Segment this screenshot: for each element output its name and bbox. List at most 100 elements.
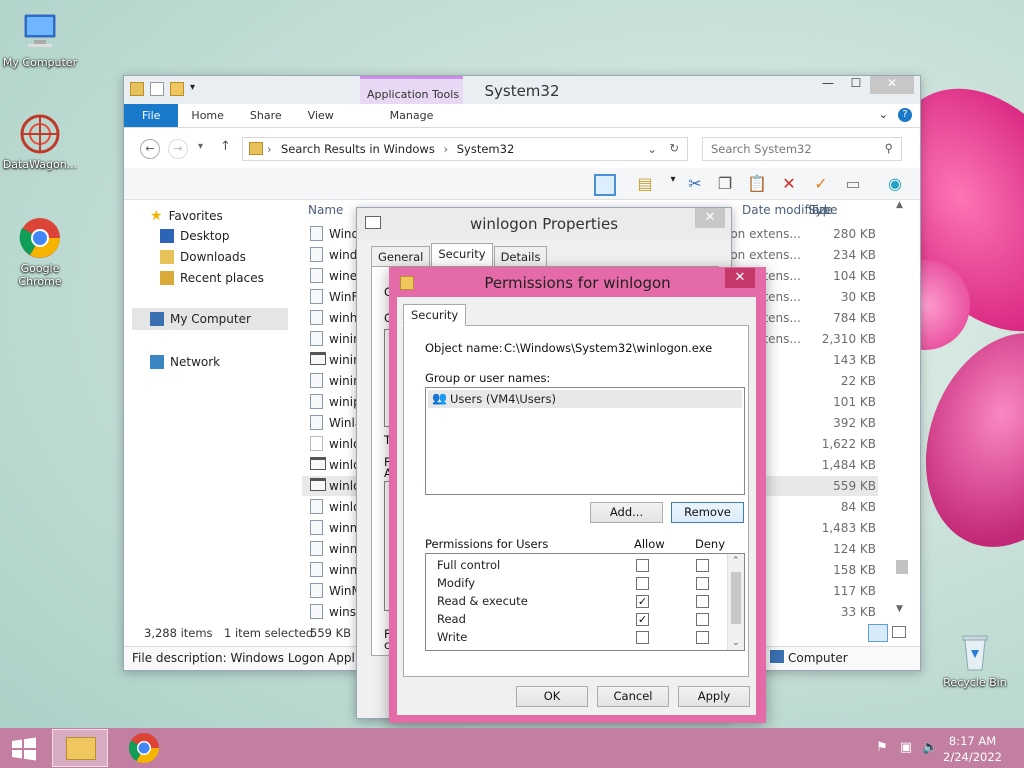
back-button[interactable]: ← <box>140 139 160 159</box>
add-button[interactable]: Add... <box>590 502 663 523</box>
volume-muted-icon[interactable]: 🔈 <box>922 740 938 756</box>
expand-ribbon-icon[interactable]: ⌄ <box>879 108 888 122</box>
up-arrow-icon[interactable]: ↑ <box>220 139 231 154</box>
recent-locations-icon[interactable]: ▾ <box>198 141 203 152</box>
desktop-icon-recycle-bin[interactable]: Recycle Bin <box>935 630 1015 689</box>
ok-button[interactable]: OK <box>516 686 588 707</box>
selected-size: 559 KB <box>310 626 352 640</box>
clock-time: 8:17 AM <box>948 734 997 748</box>
file-icon <box>310 394 323 409</box>
column-header-name[interactable]: Name <box>308 203 343 217</box>
copy-icon[interactable]: ❐ <box>714 174 736 196</box>
desktop-icon-google-chrome[interactable]: Google Chrome <box>0 216 80 288</box>
close-button[interactable]: ✕ <box>725 268 755 288</box>
help-icon[interactable]: ? <box>898 108 912 122</box>
window-controls: — ☐ ✕ <box>814 76 914 94</box>
close-button[interactable]: ✕ <box>695 208 725 228</box>
deny-checkbox[interactable] <box>696 631 709 644</box>
allow-checkbox[interactable]: ✓ <box>636 613 649 626</box>
scroll-up-icon[interactable]: ▲ <box>896 200 903 210</box>
file-icon <box>310 436 323 451</box>
list-item[interactable]: 👥 Users (VM4\Users) <box>428 390 742 408</box>
file-explorer-icon <box>66 737 96 760</box>
preview-pane-icon[interactable] <box>594 174 616 196</box>
deny-checkbox[interactable] <box>696 613 709 626</box>
address-bar[interactable]: › Search Results in Windows › System32 ⌄… <box>242 137 688 161</box>
tab-manage[interactable]: Manage <box>360 104 463 127</box>
nav-downloads-label: Downloads <box>180 250 246 264</box>
checkmark-icon[interactable]: ✓ <box>810 174 832 196</box>
table-row[interactable]: wind <box>329 248 357 262</box>
nav-recent-places-label: Recent places <box>180 271 264 285</box>
globe-icon[interactable]: ◉ <box>884 174 906 196</box>
minimize-button[interactable]: — <box>814 76 842 94</box>
desktop-icon-label: Recycle Bin <box>943 676 1007 689</box>
paste-icon[interactable]: 📋 <box>746 174 768 196</box>
allow-checkbox[interactable] <box>636 577 649 590</box>
desktop-icon-datawagon[interactable]: DataWagon... <box>0 112 80 171</box>
action-center-flag-icon[interactable]: ⚑ <box>874 740 890 756</box>
file-icon <box>310 247 323 262</box>
scroll-up-icon[interactable]: ⌃ <box>732 556 740 566</box>
deny-checkbox[interactable] <box>696 577 709 590</box>
tab-home[interactable]: Home <box>178 104 236 127</box>
allow-checkbox[interactable]: ✓ <box>636 595 649 608</box>
nav-favorites[interactable]: ★ Favorites <box>150 208 223 224</box>
search-input[interactable]: Search System32 ⚲ <box>702 137 902 161</box>
tab-file[interactable]: File <box>124 104 179 127</box>
refresh-icon[interactable]: ↻ <box>669 141 679 155</box>
details-view-icon[interactable] <box>868 624 888 642</box>
folder-options-icon[interactable]: ▤ <box>634 174 656 196</box>
tab-share[interactable]: Share <box>237 104 295 127</box>
breadcrumb-search-results[interactable]: Search Results in Windows <box>281 142 435 156</box>
deny-checkbox[interactable] <box>696 595 709 608</box>
ribbon-right-controls: ⌄ ? <box>879 108 912 122</box>
nav-recent-places[interactable]: Recent places <box>160 271 264 285</box>
nav-network[interactable]: Network <box>150 355 220 369</box>
start-button[interactable] <box>8 729 40 767</box>
scroll-down-icon[interactable]: ⌄ <box>732 638 740 648</box>
nav-downloads[interactable]: Downloads <box>160 250 246 264</box>
rename-icon[interactable]: ▭ <box>842 174 864 196</box>
maximize-button[interactable]: ☐ <box>842 76 870 94</box>
vertical-scrollbar[interactable]: ▲ ▼ <box>894 200 910 620</box>
scrollbar-thumb[interactable] <box>731 572 741 624</box>
desktop-icon-label: My Computer <box>2 56 78 69</box>
permissions-scrollbar[interactable]: ⌃ ⌄ <box>727 554 744 650</box>
delete-icon[interactable]: ✕ <box>778 174 800 196</box>
breadcrumb-system32[interactable]: System32 <box>457 142 515 156</box>
group-names-list[interactable]: 👥 Users (VM4\Users) <box>425 387 745 495</box>
apply-button[interactable]: Apply <box>678 686 750 707</box>
tab-security[interactable]: Security <box>431 243 493 267</box>
chevron-down-icon[interactable]: ▾ <box>662 174 684 196</box>
taskbar-explorer-button[interactable] <box>52 729 108 767</box>
tab-security[interactable]: Security <box>403 304 467 326</box>
nav-my-computer[interactable]: My Computer <box>132 308 288 330</box>
scrollbar-thumb[interactable] <box>896 560 908 574</box>
deny-checkbox[interactable] <box>696 559 709 572</box>
datawagon-icon <box>18 112 62 156</box>
large-icons-view-icon[interactable] <box>892 626 906 638</box>
cancel-button[interactable]: Cancel <box>597 686 669 707</box>
taskbar-chrome-button[interactable] <box>120 729 168 767</box>
taskbar-clock[interactable]: 8:17 AM 2/24/2022 <box>943 733 1002 765</box>
cut-icon[interactable]: ✂ <box>684 174 706 196</box>
nav-desktop[interactable]: Desktop <box>160 229 230 243</box>
file-icon <box>310 226 323 241</box>
close-button[interactable]: ✕ <box>870 76 914 94</box>
desktop-icon-my-computer[interactable]: My Computer <box>0 10 80 69</box>
allow-checkbox[interactable] <box>636 559 649 572</box>
allow-checkbox[interactable] <box>636 631 649 644</box>
forward-button[interactable]: → <box>168 139 188 159</box>
table-row[interactable]: Wind <box>329 227 359 241</box>
chevron-down-icon[interactable]: ⌄ <box>647 142 657 156</box>
tab-general[interactable]: General <box>371 246 431 267</box>
file-size: 33 KB <box>840 605 876 619</box>
scroll-down-icon[interactable]: ▼ <box>896 604 903 614</box>
table-row[interactable]: WinF <box>329 290 358 304</box>
file-icon <box>310 268 323 283</box>
remove-button[interactable]: Remove <box>671 502 744 523</box>
tab-details[interactable]: Details <box>493 246 548 267</box>
tab-view[interactable]: View <box>295 104 347 127</box>
network-tray-icon[interactable]: ▣ <box>898 740 914 756</box>
